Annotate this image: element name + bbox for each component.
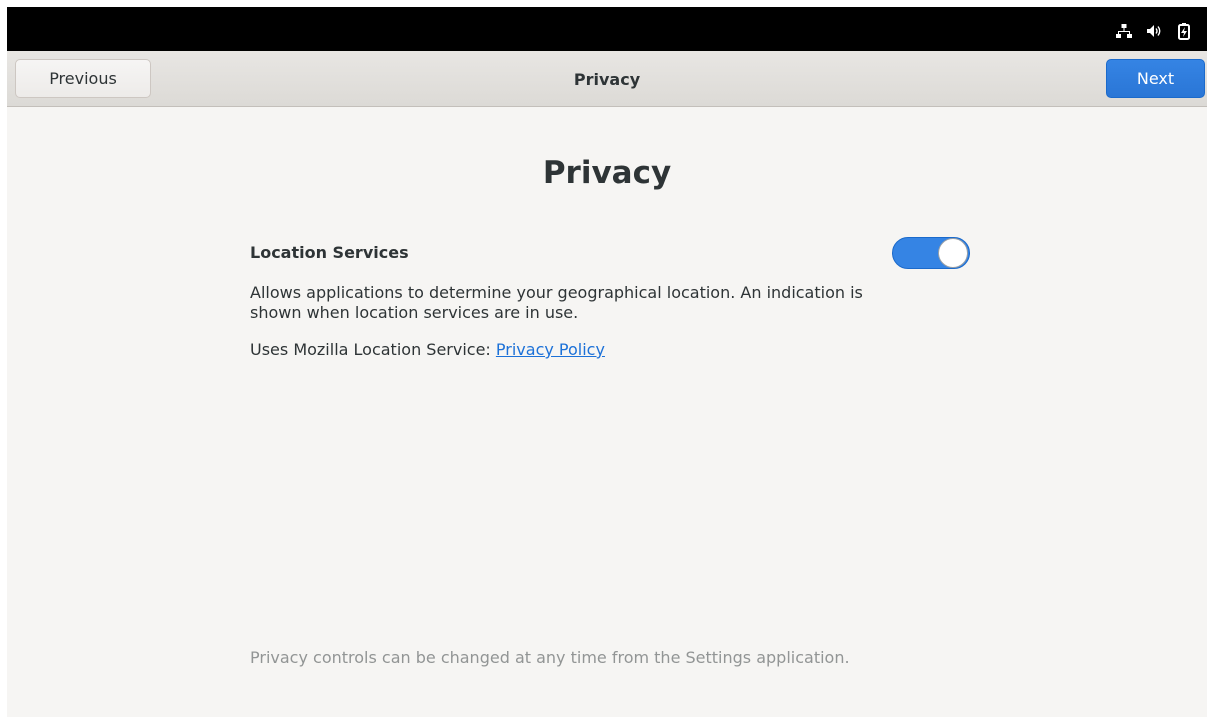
toggle-knob bbox=[938, 238, 968, 268]
header-title: Privacy bbox=[573, 69, 641, 89]
header-bar: Privacy Previous Next bbox=[7, 51, 1207, 107]
top-bar bbox=[7, 7, 1207, 51]
volume-icon[interactable] bbox=[1145, 22, 1163, 40]
next-button[interactable]: Next bbox=[1106, 59, 1205, 98]
previous-button[interactable]: Previous bbox=[15, 59, 151, 98]
privacy-page: Privacy Location Services Allows applica… bbox=[7, 107, 1207, 717]
location-policy-line: Uses Mozilla Location Service: Privacy P… bbox=[250, 340, 605, 359]
policy-prefix: Uses Mozilla Location Service: bbox=[250, 340, 496, 359]
battery-icon[interactable] bbox=[1175, 22, 1193, 40]
location-services-description: Allows applications to determine your ge… bbox=[250, 283, 863, 322]
location-services-label: Location Services bbox=[250, 243, 409, 262]
system-tray[interactable] bbox=[1115, 21, 1193, 41]
network-icon[interactable] bbox=[1115, 22, 1133, 40]
page-title: Privacy bbox=[542, 155, 672, 191]
location-services-toggle[interactable] bbox=[892, 237, 970, 269]
privacy-policy-link[interactable]: Privacy Policy bbox=[496, 340, 605, 359]
footer-note: Privacy controls can be changed at any t… bbox=[250, 648, 850, 667]
